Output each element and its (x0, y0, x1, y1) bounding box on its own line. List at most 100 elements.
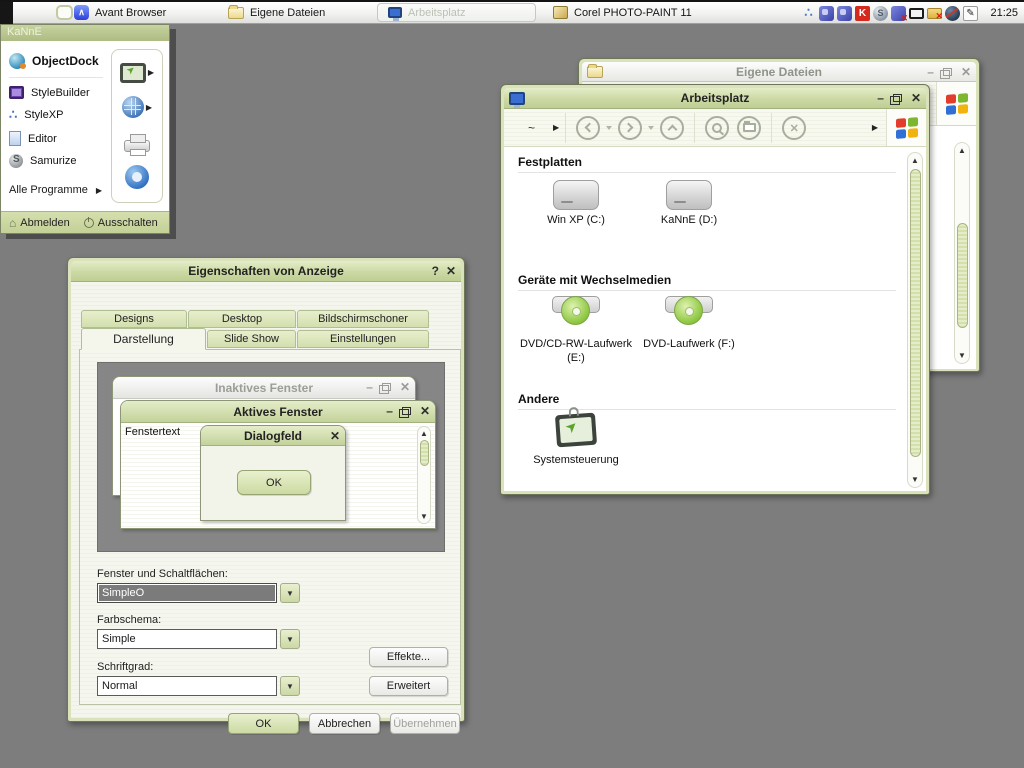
close-icon[interactable]: ✕ (446, 265, 456, 277)
scrollbar-thumb[interactable] (956, 223, 968, 328)
scroll-down-icon[interactable]: ▼ (908, 475, 922, 484)
vertical-scrollbar[interactable]: ▲ ▼ (907, 152, 923, 488)
taskbar-item-label: Avant Browser (95, 6, 167, 19)
scroll-down-icon[interactable]: ▼ (955, 351, 969, 360)
monitor-icon[interactable] (909, 7, 924, 19)
start-menu-item-samurize[interactable]: Samurize (1, 150, 111, 172)
dvd-drive-icon (665, 296, 713, 334)
minimize-icon[interactable]: – (927, 66, 934, 78)
power-icon (83, 216, 94, 228)
dots-icon[interactable] (801, 6, 816, 21)
internet-shortcut[interactable]: ▶ (121, 96, 152, 119)
taskbar-left-strip (0, 2, 13, 24)
advanced-button[interactable]: Erweitert (369, 676, 448, 696)
toolbar-overflow-icon[interactable]: ▶ (872, 123, 878, 132)
start-menu-item-editor[interactable]: Editor (1, 127, 111, 150)
sphere-icon[interactable] (873, 5, 888, 21)
window-buttons-combobox[interactable]: SimpleO (97, 583, 277, 603)
ok-button[interactable]: OK (228, 713, 299, 734)
all-programs-item[interactable]: Alle Programme ▶ (1, 178, 111, 202)
vertical-scrollbar[interactable]: ▲ ▼ (954, 142, 970, 364)
drive-item[interactable]: KaNnE (D:) (629, 180, 749, 228)
arbeitsplatz-titlebar[interactable]: Arbeitsplatz – ✕ (504, 88, 926, 109)
folders-button[interactable] (737, 115, 762, 140)
gear-icon (125, 165, 149, 190)
back-dropdown-icon[interactable] (606, 125, 613, 130)
desktop: Avant Browser Eigene Dateien Arbeitsplat… (0, 0, 1024, 768)
taskbar: Avant Browser Eigene Dateien Arbeitsplat… (0, 0, 1024, 24)
objectdock-icon (9, 53, 26, 69)
taskbar-item-avant-browser[interactable]: Avant Browser (74, 5, 166, 20)
up-button[interactable] (660, 115, 685, 140)
tab-slide-show[interactable]: Slide Show (207, 330, 296, 348)
shutdown-button[interactable]: Ausschalten (83, 216, 158, 229)
combobox-dropdown-button[interactable]: ▼ (280, 583, 300, 603)
hard-drive-icon (553, 180, 599, 210)
pen-input-icon[interactable] (963, 5, 978, 21)
chevron-down-icon: ▼ (286, 681, 294, 691)
effects-button[interactable]: Effekte... (369, 647, 448, 667)
dialog-titlebar[interactable]: Eigenschaften von Anzeige ? ✕ (71, 261, 461, 282)
taskbar-item-arbeitsplatz[interactable]: Arbeitsplatz (377, 3, 536, 22)
search-button[interactable] (705, 115, 730, 140)
settings-shortcut[interactable] (125, 165, 149, 190)
apply-button[interactable]: Übernehmen (390, 713, 460, 734)
address-text[interactable]: ~ (528, 121, 535, 135)
start-menu-quick-panel: ▶ ▶ (111, 49, 163, 203)
minimize-icon: – (366, 380, 373, 394)
eigene-dateien-titlebar[interactable]: Eigene Dateien – ✕ (582, 62, 976, 82)
drive-item[interactable]: DVD/CD-RW-Laufwerk (E:) (516, 296, 636, 366)
darstellung-tab-panel: Inaktives Fenster – ✕ Aktives Fenster – … (79, 349, 461, 705)
scroll-down-icon: ▼ (420, 512, 428, 521)
close-icon: ✕ (399, 380, 410, 394)
tab-darstellung[interactable]: Darstellung (81, 328, 206, 350)
tab-einstellungen[interactable]: Einstellungen (297, 330, 429, 348)
maximize-icon[interactable] (940, 68, 952, 79)
font-size-combobox[interactable]: Normal (97, 676, 277, 696)
drive-item[interactable]: Win XP (C:) (516, 180, 636, 228)
users-blue-icon[interactable] (837, 5, 852, 21)
back-button[interactable] (576, 115, 601, 140)
display-properties-shortcut[interactable]: ▶ (119, 62, 154, 83)
minimize-icon[interactable]: – (877, 92, 884, 104)
close-icon[interactable]: ✕ (961, 66, 971, 78)
chevron-down-icon: ▼ (286, 634, 294, 644)
preview-scrollbar: ▲ ▼ (417, 426, 431, 524)
maximize-icon[interactable] (890, 94, 902, 105)
users-blue-icon[interactable] (819, 5, 834, 21)
start-menu-item-objectdock[interactable]: ObjectDock (1, 49, 111, 73)
start-button[interactable] (56, 5, 73, 20)
close-icon[interactable]: ✕ (911, 92, 921, 104)
logoff-button[interactable]: Abmelden (9, 216, 70, 230)
scrollbar-thumb[interactable] (909, 169, 921, 457)
forward-button[interactable] (618, 115, 643, 140)
control-panel-item[interactable]: Systemsteuerung (516, 406, 636, 468)
forward-dropdown-icon[interactable] (648, 125, 655, 130)
printer-icon (124, 133, 150, 156)
taskbar-item-eigene-dateien[interactable]: Eigene Dateien (228, 4, 325, 19)
close-pane-button[interactable] (782, 115, 807, 140)
taskbar-item-corel[interactable]: Corel PHOTO-PAINT 11 (553, 6, 692, 19)
combobox-dropdown-button[interactable]: ▼ (280, 629, 300, 649)
start-menu-item-stylexp[interactable]: StyleXP (1, 103, 111, 127)
cancel-button[interactable]: Abbrechen (309, 713, 380, 734)
scroll-up-icon[interactable]: ▲ (955, 146, 969, 155)
minimize-icon: – (386, 404, 393, 418)
help-icon[interactable]: ? (432, 265, 439, 277)
internet-globe-icon (121, 96, 144, 119)
tab-desktop[interactable]: Desktop (188, 310, 296, 328)
antivirus-k-icon[interactable] (855, 5, 870, 21)
tab-bildschirmschoner[interactable]: Bildschirmschoner (297, 310, 429, 328)
drive-item[interactable]: DVD-Laufwerk (F:) (629, 296, 749, 352)
combobox-dropdown-button[interactable]: ▼ (280, 676, 300, 696)
scroll-up-icon[interactable]: ▲ (908, 156, 922, 165)
mail-error-icon[interactable] (927, 7, 943, 22)
corel-icon (553, 6, 568, 19)
tab-designs[interactable]: Designs (81, 310, 187, 328)
network-error-icon[interactable] (891, 5, 908, 24)
start-menu-item-stylebuilder[interactable]: StyleBuilder (1, 82, 111, 103)
color-scheme-combobox[interactable]: Simple (97, 629, 277, 649)
globe-blocked-icon[interactable] (945, 5, 960, 21)
printer-shortcut[interactable] (124, 132, 150, 156)
address-dropdown-icon[interactable]: ▶ (553, 123, 559, 132)
